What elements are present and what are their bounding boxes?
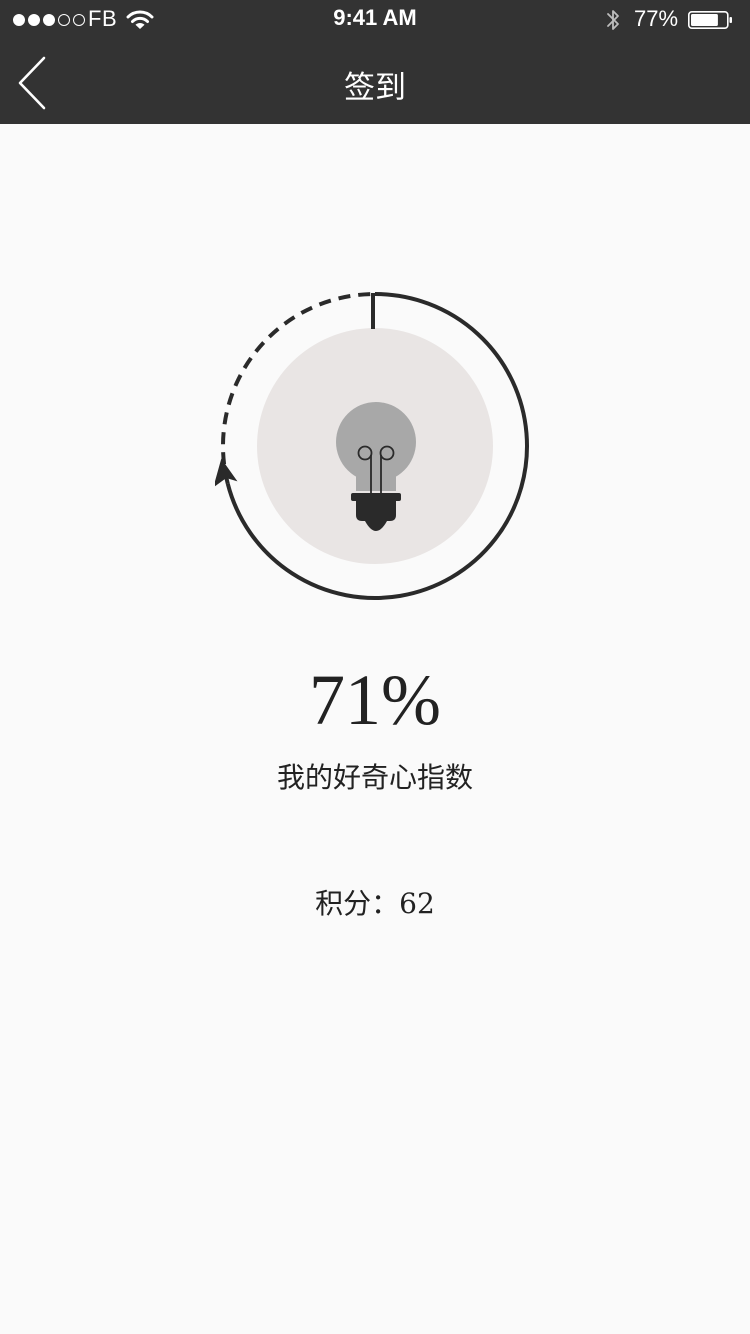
top-bar: FB 9:41 AM 77% 签到: [0, 0, 750, 124]
page-title: 签到: [344, 70, 406, 106]
points-label: 积分：62: [315, 887, 435, 920]
battery-icon: [688, 11, 732, 29]
progress-ring-graphic: [213, 292, 529, 600]
curiosity-progress-ring: [213, 285, 535, 605]
bluetooth-icon: [607, 10, 619, 30]
battery-fill: [691, 14, 718, 26]
nav-bar: 签到: [0, 40, 750, 124]
status-bar: FB 9:41 AM 77%: [0, 0, 750, 40]
curiosity-index-label: 我的好奇心指数: [276, 761, 473, 794]
curiosity-percent: 71%: [309, 660, 441, 740]
battery-percent: 77%: [634, 6, 679, 31]
